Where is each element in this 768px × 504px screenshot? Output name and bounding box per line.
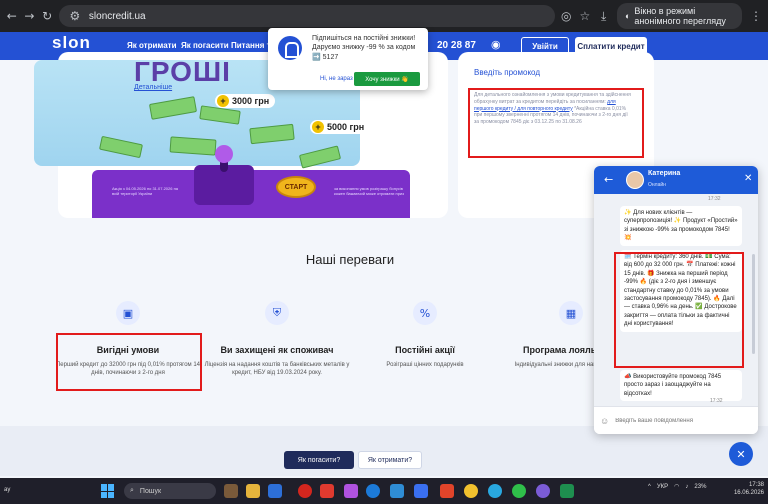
plus-icon: + [312, 121, 324, 133]
avatar [626, 171, 644, 189]
hero-fine-print-right: за виконання умов розіграшу бонусів коже… [334, 186, 404, 197]
volume-icon[interactable]: ♪ [685, 484, 688, 490]
bonus-badge-5000: + 5000 грн [310, 120, 371, 134]
url-text: sloncredit.ua [88, 10, 146, 22]
chat-message: 📣 Використовуйте промокод 7845 просто за… [620, 370, 742, 402]
chat-agent-status: Онлайн [648, 182, 666, 188]
battery-level[interactable]: 23% [694, 484, 706, 490]
edge-icon[interactable] [366, 484, 380, 498]
taskbar-app-icon[interactable] [344, 484, 358, 498]
bookmark-icon[interactable]: ☆ [580, 9, 591, 23]
chat-agent-name: Катерина [648, 170, 681, 177]
chat-input-bar: ☺ [594, 406, 758, 434]
chat-message: ✨ Для нових клієнтів — суперпропозиція! … [620, 206, 742, 246]
bonus-3000-text: 3000 грн [232, 96, 270, 106]
advantage-text: Ліцензія на надання коштів та банківськи… [204, 362, 350, 377]
details-link[interactable]: Детальніше [134, 84, 172, 91]
popup-decline-button[interactable]: Ні, не зараз [320, 76, 353, 82]
excel-icon[interactable] [560, 484, 574, 498]
highlight-box-advantage [56, 333, 202, 391]
highlight-box-promo [468, 88, 644, 158]
chevron-up-icon[interactable]: ^ [648, 484, 651, 490]
highlight-box-chat [614, 252, 744, 368]
bonus-5000-text: 5000 грн [327, 122, 365, 132]
taskbar-search[interactable]: ⌕ Пошук [124, 483, 216, 499]
language-indicator[interactable]: УКР [657, 484, 668, 490]
accessibility-eye-icon[interactable]: ◉ [491, 38, 501, 51]
chat-message-input[interactable] [615, 417, 726, 424]
advantage-heading: Постійні акції [395, 345, 455, 355]
taskbar-weather-text: ay [4, 487, 11, 493]
taskbar: ay ⌕ Пошук ^ УКР ◠ ♪ 23% 17:38 16.06.202… [0, 478, 768, 504]
how-to-pay-button[interactable]: Як погасити? [284, 451, 354, 469]
advantage-card: % Постійні акції Розіграші цінних подару… [350, 295, 500, 390]
percent-icon: % [413, 301, 437, 325]
popup-accept-button[interactable]: Хочу знижки 👋 [354, 72, 420, 86]
chat-header: ← Катерина Онлайн ✕ [594, 166, 758, 194]
close-icon[interactable]: ✕ [744, 173, 752, 184]
emoji-icon[interactable]: ☺ [600, 416, 609, 426]
taskbar-app-icon[interactable] [320, 484, 334, 498]
windows-start-icon[interactable] [101, 484, 115, 498]
back-icon[interactable]: ← [6, 9, 18, 23]
telegram-icon[interactable] [488, 484, 502, 498]
bonus-badge-3000: + 3000 грн [215, 94, 276, 108]
clock-date: 16.06.2026 [733, 489, 764, 496]
whatsapp-icon[interactable] [512, 484, 526, 498]
downloads-icon[interactable]: ⤓ [598, 9, 609, 24]
bell-logo-icon [278, 36, 302, 60]
nav-how-to-pay[interactable]: Як погасити [181, 41, 229, 50]
advantage-card: ⛨ Ви захищені як споживач Ліцензія на на… [202, 295, 352, 390]
start-button[interactable]: СТАРТ [276, 176, 316, 198]
incognito-icon: ◐ [624, 11, 631, 21]
message-time: 17:32 [710, 398, 723, 404]
phone-number[interactable]: 20 28 87 [437, 40, 476, 51]
advantage-heading: Ви захищені як споживач [220, 345, 334, 355]
subscribe-popup: Підпишіться на постійні знижки! Даруємо … [268, 28, 428, 90]
wifi-icon[interactable]: ◠ [674, 483, 679, 490]
site-info-icon[interactable]: ⚙ [67, 9, 83, 23]
promo-code-link[interactable]: Введіть промокод [474, 68, 540, 77]
file-explorer-icon[interactable] [246, 484, 260, 498]
eye-off-icon[interactable]: ◎ [561, 9, 572, 23]
menu-icon[interactable]: ⋮ [750, 9, 762, 23]
hero-fine-print-left: Акція з 04.05.2026 по 31.07.2026 на всій… [112, 186, 179, 197]
calendar-icon: ▦ [559, 301, 583, 325]
chat-close-fab[interactable]: ✕ [729, 442, 753, 466]
taskbar-search-label: Пошук [139, 487, 162, 495]
taskbar-clock[interactable]: 17:38 16.06.2026 [728, 482, 764, 498]
advantage-text: Розіграші цінних подарунків [386, 362, 464, 368]
taskbar-app-icon[interactable] [440, 484, 454, 498]
incognito-badge[interactable]: ◐ Вікно в режимі анонімного перегляду [616, 3, 743, 29]
message-time: 17:32 [708, 196, 721, 202]
site-logo[interactable]: slon [52, 33, 91, 53]
clock-time: 17:38 [748, 482, 764, 488]
shield-icon: ⛨ [265, 301, 289, 325]
popup-text: Підпишіться на постійні знижки! Даруємо … [312, 35, 416, 61]
back-arrow-icon[interactable]: ← [604, 173, 613, 186]
store-icon[interactable] [390, 484, 404, 498]
taskbar-app-icon[interactable] [414, 484, 428, 498]
search-icon: ⌕ [130, 487, 134, 494]
money-icon: ▣ [116, 301, 140, 325]
money-stack [169, 136, 217, 156]
address-bar[interactable]: ⚙ sloncredit.ua [58, 5, 555, 27]
reload-icon[interactable]: ↻ [41, 9, 53, 23]
chat-scrollbar[interactable] [752, 254, 755, 354]
taskbar-app-icon[interactable] [224, 484, 238, 498]
joystick-knob [215, 145, 233, 163]
forward-icon[interactable]: → [24, 9, 36, 23]
opera-icon[interactable] [298, 484, 312, 498]
how-to-get-button[interactable]: Як отримати? [358, 451, 422, 469]
nav-how-to-get[interactable]: Як отримати [127, 41, 176, 50]
taskbar-app-icon[interactable] [268, 484, 282, 498]
chat-widget: ← Катерина Онлайн ✕ 17:32 ✨ Для нових кл… [594, 166, 758, 434]
viber-icon[interactable] [536, 484, 550, 498]
chrome-icon[interactable] [464, 484, 478, 498]
incognito-label: Вікно в режимі анонімного перегляду [634, 6, 726, 26]
plus-icon: + [217, 95, 229, 107]
system-tray: ^ УКР ◠ ♪ 23% [648, 483, 706, 491]
